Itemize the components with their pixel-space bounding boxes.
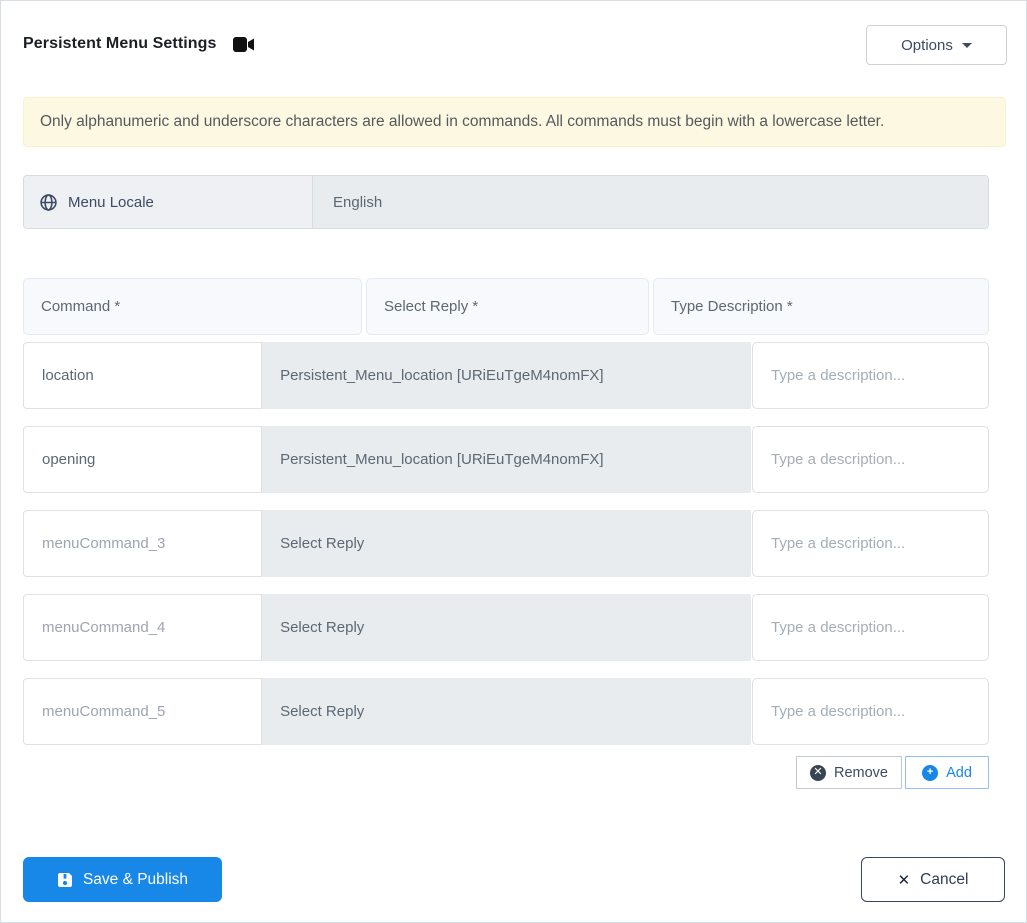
table-row: Select Reply [23,678,989,745]
select-reply-dropdown[interactable]: Select Reply [262,594,751,661]
menu-locale-value-text: English [333,193,383,211]
menu-locale-label-text: Menu Locale [68,193,154,211]
table-rows-container: Persistent_Menu_location [URiEuTgeM4nomF… [23,342,989,745]
globe-icon [40,193,57,211]
table-row: Persistent_Menu_location [URiEuTgeM4nomF… [23,426,989,493]
warning-alert: Only alphanumeric and underscore charact… [23,97,1006,147]
add-circle-icon: + [922,764,939,781]
save-publish-button-label: Save & Publish [82,870,189,888]
select-reply-text: Select Reply [280,703,365,720]
select-reply-dropdown[interactable]: Select Reply [262,510,751,577]
cancel-button-label: Cancel [920,870,969,888]
command-input[interactable] [23,426,263,493]
card-footer: Save & Publish ✕ Cancel [1,857,1026,922]
remove-row-button-label: Remove [834,764,888,781]
select-reply-dropdown[interactable]: Persistent_Menu_location [URiEuTgeM4nomF… [262,426,751,493]
select-reply-text: Select Reply [280,619,365,636]
table-row: Select Reply [23,594,989,661]
cancel-button[interactable]: ✕ Cancel [861,857,1005,902]
options-button[interactable]: Options [866,25,1007,65]
column-header-select-reply: Select Reply * [366,278,649,335]
chevron-down-icon [961,42,972,48]
row-actions: ✕ Remove + Add [23,756,989,789]
add-row-button[interactable]: + Add [905,756,989,789]
description-input[interactable] [752,426,989,493]
command-input[interactable] [23,678,263,745]
command-input[interactable] [23,510,263,577]
select-reply-dropdown[interactable]: Select Reply [262,678,751,745]
description-input[interactable] [752,678,989,745]
description-input[interactable] [752,510,989,577]
table-header-row: Command * Select Reply * Type Descriptio… [23,278,989,335]
select-reply-text: Persistent_Menu_location [URiEuTgeM4nomF… [280,367,604,384]
column-header-command: Command * [23,278,362,335]
persistent-menu-settings-card: Persistent Menu Settings Options Only al… [0,0,1027,923]
menu-locale-row: Menu Locale English [23,175,989,229]
select-reply-text: Select Reply [280,535,365,552]
command-input[interactable] [23,342,263,409]
save-publish-button[interactable]: Save & Publish [23,857,222,902]
form-area: Menu Locale English Command * Select Rep… [1,147,1026,789]
select-reply-text: Persistent_Menu_location [URiEuTgeM4nomF… [280,451,604,468]
column-header-select-reply-text: Select Reply * [384,298,479,315]
column-header-command-text: Command * [41,298,121,315]
command-input[interactable] [23,594,263,661]
video-camera-icon [232,36,255,52]
save-icon [57,872,73,888]
menu-locale-label: Menu Locale [24,176,313,228]
menu-locale-value: English [313,176,988,228]
table-row: Select Reply [23,510,989,577]
remove-row-button[interactable]: ✕ Remove [796,756,902,789]
page-title: Persistent Menu Settings [23,35,217,52]
options-button-label: Options [901,36,953,54]
table-row: Persistent_Menu_location [URiEuTgeM4nomF… [23,342,989,409]
card-header: Persistent Menu Settings Options [1,1,1026,65]
warning-alert-text: Only alphanumeric and underscore charact… [40,113,885,130]
column-header-type-description-text: Type Description * [671,298,793,315]
description-input[interactable] [752,342,989,409]
select-reply-dropdown[interactable]: Persistent_Menu_location [URiEuTgeM4nomF… [262,342,751,409]
close-icon: ✕ [897,871,911,889]
add-row-button-label: Add [946,764,972,781]
remove-circle-icon: ✕ [810,764,826,781]
column-header-type-description: Type Description * [653,278,989,335]
description-input[interactable] [752,594,989,661]
